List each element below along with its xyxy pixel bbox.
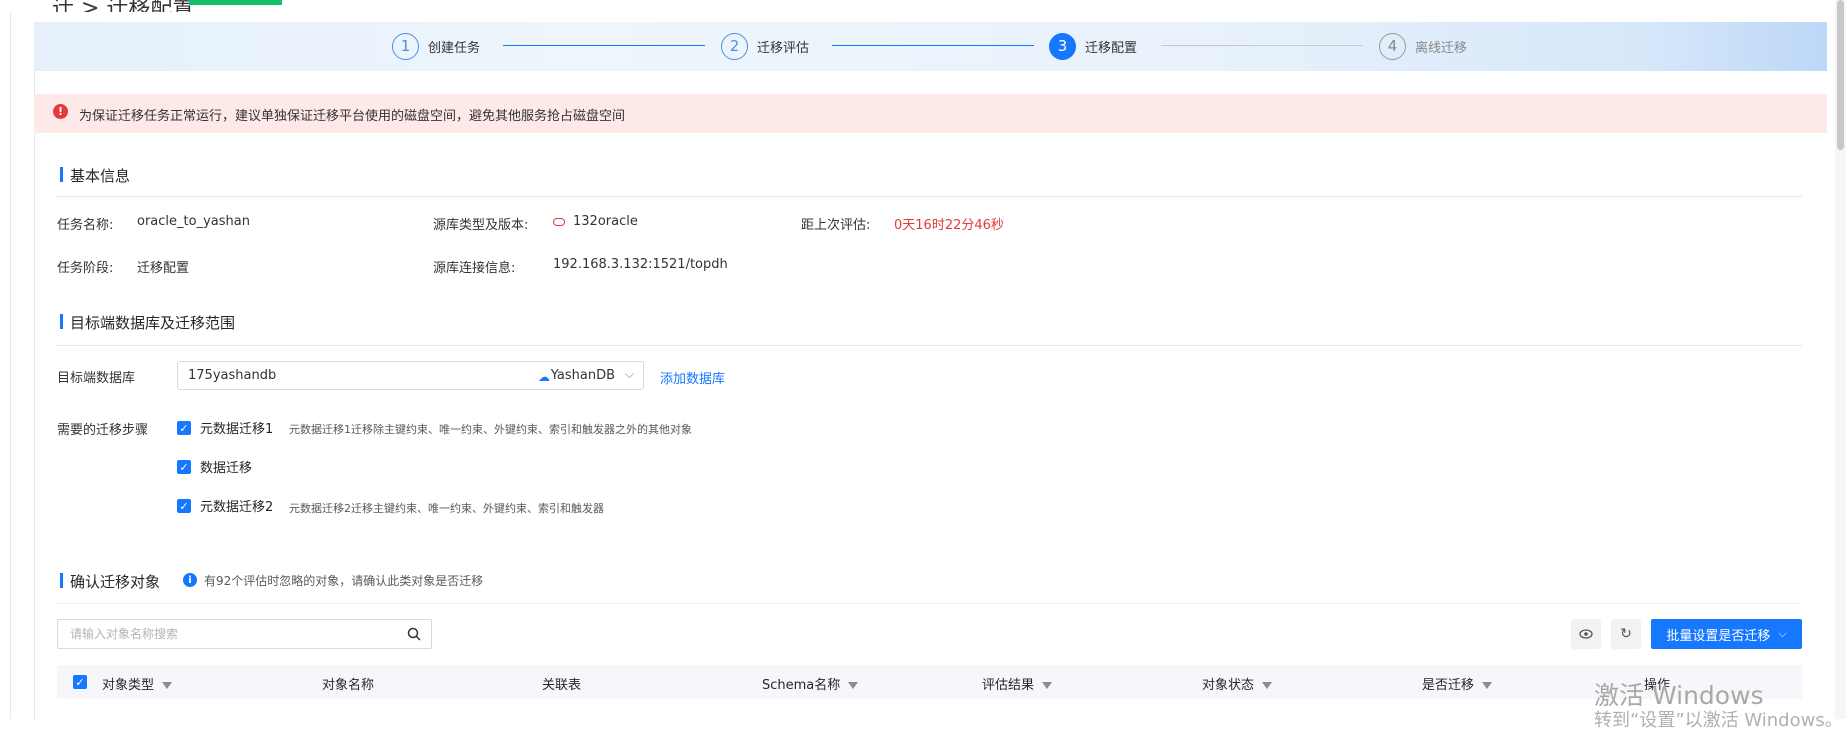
error-icon: !	[53, 104, 68, 119]
cloud-icon: ☁	[538, 370, 550, 384]
section-accent	[60, 314, 63, 329]
divider	[57, 603, 1802, 604]
col-related-table: 关联表	[542, 678, 582, 693]
table-header: ✓ 对象类型 对象名称 关联表 Schema名称 评估结果 对象状态 是否迁移 …	[57, 665, 1802, 699]
step-label: 迁移配置	[1085, 40, 1138, 56]
filter-icon[interactable]	[1042, 682, 1053, 689]
step-connector	[1161, 45, 1363, 46]
chevron-down-icon: ⌵	[1778, 627, 1787, 640]
section-title-text: 基本信息	[70, 167, 131, 185]
filter-icon[interactable]	[848, 682, 859, 689]
task-name-value: oracle_to_yashan	[137, 214, 250, 229]
source-type-label: 源库类型及版本:	[433, 218, 529, 233]
col-label: 对象类型	[102, 678, 155, 693]
divider	[57, 196, 1802, 197]
col-object-name: 对象名称	[322, 678, 375, 693]
col-label: 评估结果	[982, 678, 1035, 693]
target-db-type: YashanDB	[550, 368, 615, 383]
section-accent	[60, 167, 63, 182]
checkbox-metadata2[interactable]: ✓	[177, 499, 191, 513]
option-desc: 元数据迁移1迁移除主键约束、唯一约束、外键约束、索引和触发器之外的其他对象	[289, 423, 692, 436]
oracle-db-icon	[553, 217, 565, 226]
filter-icon[interactable]	[162, 682, 173, 689]
step-label: 离线迁移	[1415, 40, 1468, 56]
windows-watermark-sub: 转到“设置”以激活 Windows。	[1594, 710, 1843, 731]
step-offline-migrate[interactable]: 4 离线迁移	[1379, 31, 1467, 61]
select-all-checkbox[interactable]: ✓	[73, 675, 87, 689]
col-eval-result[interactable]: 评估结果	[982, 674, 1053, 693]
col-schema[interactable]: Schema名称	[762, 674, 859, 693]
filter-icon[interactable]	[1262, 682, 1273, 689]
section-title-text: 目标端数据库及迁移范围	[70, 314, 236, 332]
col-label: 对象状态	[1202, 678, 1255, 693]
search-input[interactable]	[68, 626, 392, 642]
stage-value: 迁移配置	[137, 261, 190, 276]
top-header: 迁 > 迁移配置	[0, 0, 1846, 12]
step-number: 4	[1379, 32, 1406, 60]
scrollbar-thumb[interactable]	[1837, 0, 1844, 150]
alert-text: 为保证迁移任务正常运行，建议单独保证迁移平台使用的磁盘空间，避免其他服务抢占磁盘…	[79, 109, 626, 124]
batch-set-label: 批量设置是否迁移	[1666, 628, 1771, 644]
step-connector	[832, 45, 1034, 46]
col-object-type[interactable]: 对象类型	[102, 674, 173, 693]
warning-alert: ! 为保证迁移任务正常运行，建议单独保证迁移平台使用的磁盘空间，避免其他服务抢占…	[34, 94, 1827, 133]
status-tag	[189, 0, 282, 5]
step-number: 1	[392, 32, 419, 60]
target-db-select[interactable]: 175yashandb ☁ YashanDB ⌵	[177, 361, 644, 390]
step-evaluate[interactable]: 2 迁移评估	[721, 31, 809, 61]
step-number: 2	[721, 32, 748, 60]
section-accent	[60, 573, 63, 588]
checkbox-data-migration[interactable]: ✓	[177, 460, 191, 474]
eye-icon[interactable]	[1571, 619, 1601, 649]
refresh-icon[interactable]: ↻	[1611, 619, 1641, 649]
section-title-confirm: 确认迁移对象	[60, 571, 161, 592]
source-type-text: 132oracle	[573, 214, 638, 229]
divider	[57, 345, 1802, 346]
object-search[interactable]	[57, 619, 432, 649]
breadcrumb: 迁 > 迁移配置	[52, 0, 194, 12]
migration-steps-label: 需要的迁移步骤	[57, 423, 149, 438]
info-icon: i	[183, 573, 197, 587]
step-number: 3	[1049, 32, 1076, 60]
chevron-down-icon: ⌵	[624, 367, 634, 381]
option-desc: 元数据迁移2迁移主键约束、唯一约束、外键约束、索引和触发器	[289, 502, 604, 515]
task-name-label: 任务名称:	[57, 218, 114, 233]
stage-label: 任务阶段:	[57, 261, 114, 276]
option-label: 元数据迁移2	[200, 500, 274, 515]
col-label: 是否迁移	[1422, 678, 1475, 693]
confirm-hint: 有92个评估时忽略的对象，请确认此类对象是否迁移	[204, 574, 484, 588]
filter-icon[interactable]	[1482, 682, 1493, 689]
scrollbar[interactable]	[1835, 0, 1846, 719]
step-config[interactable]: 3 迁移配置	[1049, 31, 1137, 61]
conn-value: 192.168.3.132:1521/topdh	[553, 257, 728, 272]
conn-label: 源库连接信息:	[433, 261, 516, 276]
target-db-label: 目标端数据库	[57, 371, 136, 386]
step-create-task[interactable]: 1 创建任务	[392, 31, 480, 61]
section-title-target: 目标端数据库及迁移范围	[60, 312, 236, 333]
step-label: 创建任务	[428, 40, 481, 56]
option-label: 元数据迁移1	[200, 422, 274, 437]
col-migrate[interactable]: 是否迁移	[1422, 674, 1493, 693]
section-title-basic: 基本信息	[60, 165, 131, 186]
source-type-value: 132oracle	[553, 214, 638, 229]
step-label: 迁移评估	[757, 40, 810, 56]
outer-border	[10, 0, 11, 719]
search-icon[interactable]	[407, 626, 421, 645]
col-label: Schema名称	[762, 678, 841, 693]
last-eval-value: 0天16时22分46秒	[894, 218, 1004, 233]
section-title-text: 确认迁移对象	[70, 573, 161, 591]
col-object-status[interactable]: 对象状态	[1202, 674, 1273, 693]
add-database-link[interactable]: 添加数据库	[660, 368, 725, 387]
step-progress	[34, 22, 1827, 71]
step-connector	[503, 45, 705, 46]
batch-set-button[interactable]: 批量设置是否迁移 ⌵	[1651, 619, 1802, 649]
last-eval-label: 距上次评估:	[801, 218, 871, 233]
checkbox-metadata1[interactable]: ✓	[177, 421, 191, 435]
option-label: 数据迁移	[200, 461, 253, 476]
target-db-value: 175yashandb	[188, 368, 277, 383]
